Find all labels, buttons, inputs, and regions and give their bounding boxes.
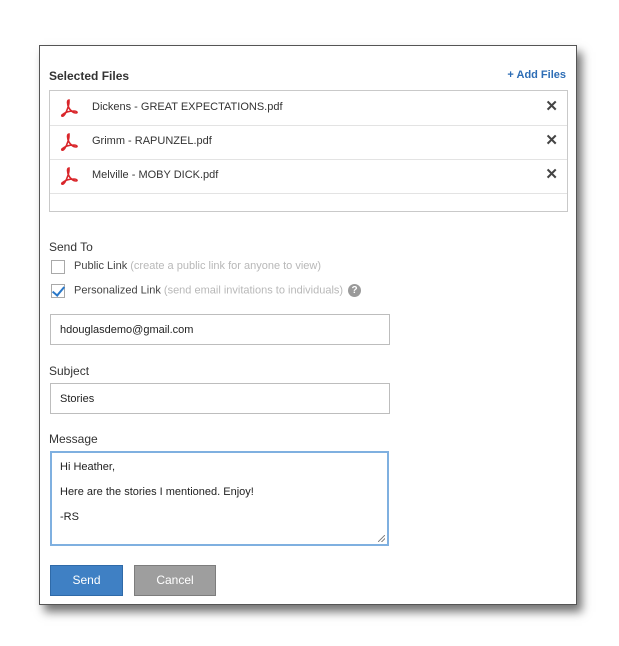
- subject-field[interactable]: Stories: [50, 383, 390, 414]
- file-name: Dickens - GREAT EXPECTATIONS.pdf: [92, 101, 283, 113]
- files-header: Selected Files + Add Files: [49, 69, 566, 87]
- message-label: Message: [49, 432, 98, 446]
- public-link-label: Public Link (create a public link for an…: [74, 260, 322, 272]
- message-line: -RS: [60, 511, 79, 523]
- remove-file-icon[interactable]: ✕: [545, 133, 558, 148]
- personalized-link-label: Personalized Link (send email invitation…: [74, 284, 362, 297]
- pdf-icon: [60, 167, 78, 185]
- remove-file-icon[interactable]: ✕: [545, 99, 558, 114]
- send-to-label: Send To: [49, 240, 93, 254]
- file-name: Grimm - RAPUNZEL.pdf: [92, 135, 212, 147]
- selected-files-title: Selected Files: [49, 69, 130, 83]
- file-row: Dickens - GREAT EXPECTATIONS.pdf ✕: [50, 91, 567, 126]
- recipient-email-field[interactable]: hdouglasdemo@gmail.com: [50, 314, 390, 345]
- send-button[interactable]: Send: [50, 565, 123, 596]
- remove-file-icon[interactable]: ✕: [545, 167, 558, 182]
- help-icon[interactable]: ?: [348, 284, 362, 297]
- file-row: Melville - MOBY DICK.pdf ✕: [50, 159, 567, 194]
- resize-grip-icon[interactable]: [378, 535, 385, 542]
- file-name: Melville - MOBY DICK.pdf: [92, 169, 219, 181]
- checkmark-icon: [51, 283, 66, 297]
- selected-files-list: Dickens - GREAT EXPECTATIONS.pdf ✕ Grimm…: [49, 90, 568, 212]
- public-link-hint: (create a public link for anyone to view…: [130, 260, 322, 272]
- personalized-link-checkbox[interactable]: [51, 283, 66, 298]
- file-row: Grimm - RAPUNZEL.pdf ✕: [50, 125, 567, 160]
- message-textarea[interactable]: Hi Heather, Here are the stories I menti…: [50, 451, 389, 546]
- add-files-link[interactable]: + Add Files: [507, 69, 566, 81]
- public-link-checkbox[interactable]: [51, 260, 65, 274]
- cancel-button[interactable]: Cancel: [134, 565, 216, 596]
- message-line: Here are the stories I mentioned. Enjoy!: [60, 486, 254, 498]
- subject-label: Subject: [49, 364, 90, 378]
- message-line: Hi Heather,: [60, 461, 116, 473]
- pdf-icon: [60, 133, 78, 151]
- share-dialog: Selected Files + Add Files Dickens - GRE…: [39, 45, 577, 605]
- personalized-link-hint: (send email invitations to individuals): [163, 284, 344, 297]
- pdf-icon: [60, 99, 78, 117]
